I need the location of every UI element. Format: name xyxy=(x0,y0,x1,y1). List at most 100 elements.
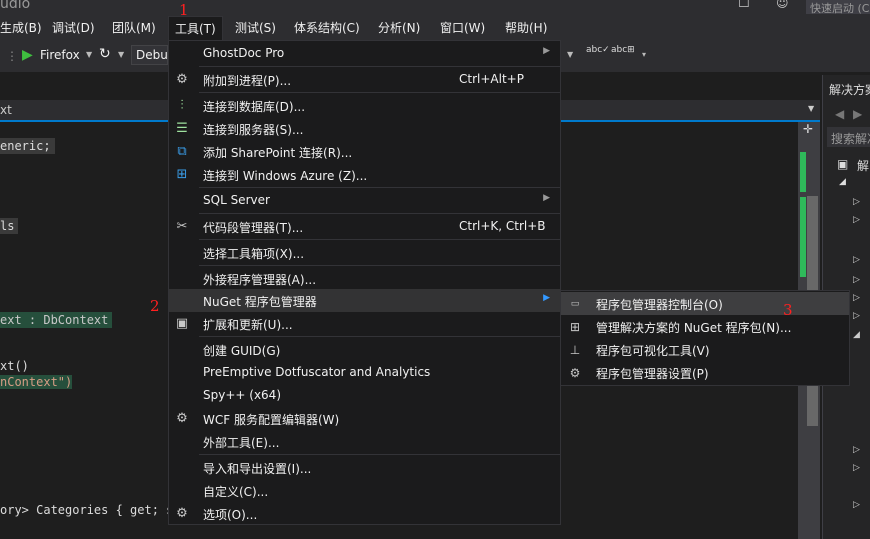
console-icon: ▭ xyxy=(570,299,580,309)
menu-separator xyxy=(199,336,560,337)
annotation-number: 3 xyxy=(783,301,793,319)
menu-separator xyxy=(199,187,560,188)
forward-icon[interactable]: ▶ xyxy=(853,107,862,121)
title-bar: udio ☐ ☺ 快速启动 (C xyxy=(0,0,870,14)
menu-test[interactable]: 测试(S) xyxy=(235,19,276,36)
menu-item-label: 选择工具箱项(X)... xyxy=(203,247,305,261)
submenu-item-package-settings[interactable]: ⚙ 程序包管理器设置(P) xyxy=(561,361,849,384)
submenu-item-manage-packages[interactable]: ⊞ 管理解决方案的 NuGet 程序包(N)... xyxy=(561,315,849,338)
menu-item-options[interactable]: ⚙ 选项(O)... xyxy=(169,502,560,525)
collapse-icon[interactable]: ▷ xyxy=(853,293,860,303)
connect-server-icon: ☰ xyxy=(176,121,188,136)
menu-item-choose-toolbox[interactable]: 选择工具箱项(X)... xyxy=(169,241,560,264)
menu-separator xyxy=(199,213,560,214)
menu-architecture[interactable]: 体系结构(C) xyxy=(294,19,360,36)
windows-azure-icon: ⊞ xyxy=(176,167,188,182)
editor-tab[interactable]: xt xyxy=(0,103,12,117)
browser-selector[interactable]: Firefox xyxy=(40,48,80,62)
menu-item-customize[interactable]: 自定义(C)... xyxy=(169,479,560,502)
collapse-icon[interactable]: ▷ xyxy=(853,197,860,207)
start-debug-icon[interactable]: ▶ xyxy=(22,47,33,63)
code-line: ory> Categories { get; s xyxy=(0,503,174,517)
menu-item-external-tools[interactable]: 外部工具(E)... xyxy=(169,430,560,453)
back-icon[interactable]: ◀ xyxy=(835,107,844,121)
collapse-icon[interactable]: ▷ xyxy=(853,311,860,321)
menu-item-label: 外部工具(E)... xyxy=(203,436,280,450)
menu-item-label: GhostDoc Pro xyxy=(203,46,285,60)
expand-icon[interactable]: ◢ xyxy=(839,177,846,187)
tools-menu: GhostDoc Pro ▶ ⚙ 附加到进程(P)... Ctrl+Alt+P … xyxy=(168,40,561,525)
spell-check-icon[interactable]: abc✓ xyxy=(586,45,610,55)
menu-item-sharepoint[interactable]: ⧉ 添加 SharePoint 连接(R)... xyxy=(169,140,560,163)
menu-debug[interactable]: 调试(D) xyxy=(52,19,95,36)
expand-icon[interactable]: ◢ xyxy=(853,330,860,340)
change-marker xyxy=(800,152,806,192)
menu-item-label: 选项(O)... xyxy=(203,508,258,522)
toolbar-overflow-icon[interactable]: ▾ xyxy=(642,50,646,59)
collapse-icon[interactable]: ▷ xyxy=(853,255,860,265)
solution-search-input[interactable]: 搜索解决 xyxy=(827,127,870,147)
collapse-icon[interactable]: ▷ xyxy=(853,463,860,473)
configuration-select[interactable]: Debu xyxy=(131,45,168,65)
solution-explorer-title: 解决方案 xyxy=(829,83,870,97)
menu-item-create-guid[interactable]: 创建 GUID(G) xyxy=(169,338,560,361)
hierarchy-icon: ⊥ xyxy=(569,343,581,357)
solution-search-placeholder: 搜索解决 xyxy=(831,132,870,146)
menu-item-dotfuscator[interactable]: PreEmptive Dotfuscator and Analytics xyxy=(169,361,560,384)
menu-item-label: 连接到服务器(S)... xyxy=(203,123,304,137)
collapse-icon[interactable]: ▷ xyxy=(853,275,860,285)
package-icon: ⊞ xyxy=(569,320,581,334)
quick-launch-input[interactable]: 快速启动 (C xyxy=(806,0,870,14)
collapse-icon[interactable]: ▷ xyxy=(853,445,860,455)
submenu-arrow-icon: ▶ xyxy=(543,293,550,303)
menu-item-nuget[interactable]: NuGet 程序包管理器 ▶ xyxy=(169,289,560,312)
feedback-icon[interactable]: ☺ xyxy=(776,0,789,10)
tab-dropdown-icon[interactable]: ▼ xyxy=(808,104,814,113)
extensions-icon: ▣ xyxy=(175,316,189,331)
collapse-icon[interactable]: ▷ xyxy=(853,215,860,225)
gear-icon: ⚙ xyxy=(569,366,581,380)
menu-item-import-export[interactable]: 导入和导出设置(I)... xyxy=(169,456,560,479)
menu-item-spy[interactable]: Spy++ (x64) xyxy=(169,384,560,407)
code-line: nContext") xyxy=(0,375,73,389)
menu-build[interactable]: 生成(B) xyxy=(0,19,42,36)
menu-item-attach-process[interactable]: ⚙ 附加到进程(P)... Ctrl+Alt+P xyxy=(169,68,560,91)
menu-item-label: 外接程序管理器(A)... xyxy=(203,273,317,287)
menu-item-label: 附加到进程(P)... xyxy=(203,74,292,88)
menu-item-label: 添加 SharePoint 连接(R)... xyxy=(203,146,353,160)
collapse-icon[interactable]: ▷ xyxy=(853,500,860,510)
menu-analyze[interactable]: 分析(N) xyxy=(378,19,420,36)
menu-item-addin-manager[interactable]: 外接程序管理器(A)... xyxy=(169,267,560,290)
menu-item-windows-azure[interactable]: ⊞ 连接到 Windows Azure (Z)... xyxy=(169,163,560,186)
menu-item-ghostdoc[interactable]: GhostDoc Pro ▶ xyxy=(169,42,560,65)
split-icon[interactable]: ✛ xyxy=(803,122,813,136)
menu-item-connect-server[interactable]: ☰ 连接到服务器(S)... xyxy=(169,117,560,140)
menu-item-label: 连接到 Windows Azure (Z)... xyxy=(203,169,368,183)
menu-item-sql-server[interactable]: SQL Server ▶ xyxy=(169,189,560,212)
submenu-item-visualizer[interactable]: ⊥ 程序包可视化工具(V) xyxy=(561,338,849,361)
toolbar-dropdown-icon[interactable]: ▼ xyxy=(567,50,573,59)
menu-item-wcf-config[interactable]: ⚙ WCF 服务配置编辑器(W) xyxy=(169,407,560,430)
menu-item-label: PreEmptive Dotfuscator and Analytics xyxy=(203,365,431,379)
menu-separator xyxy=(199,92,560,93)
menu-window[interactable]: 窗口(W) xyxy=(440,19,485,36)
menu-item-extensions[interactable]: ▣ 扩展和更新(U)... xyxy=(169,312,560,335)
refresh-dropdown-icon[interactable]: ▼ xyxy=(118,50,124,59)
menu-item-code-snippets[interactable]: ✂ 代码段管理器(T)... Ctrl+K, Ctrl+B xyxy=(169,215,560,238)
browser-dropdown-icon[interactable]: ▼ xyxy=(86,50,92,59)
menu-tools[interactable]: 工具(T) xyxy=(168,16,223,40)
menu-separator xyxy=(199,454,560,455)
menu-item-label: 导入和导出设置(I)... xyxy=(203,462,312,476)
refresh-icon[interactable]: ↻ xyxy=(99,46,111,62)
menu-separator xyxy=(199,239,560,240)
menu-help[interactable]: 帮助(H) xyxy=(505,19,547,36)
solution-root[interactable]: 解 xyxy=(857,157,869,174)
submenu-item-label: 管理解决方案的 NuGet 程序包(N)... xyxy=(596,321,792,335)
spell-check-options-icon[interactable]: abc⊞ xyxy=(611,45,635,55)
menu-team[interactable]: 团队(M) xyxy=(112,19,156,36)
menu-item-connect-database[interactable]: ⫶ 连接到数据库(D)... xyxy=(169,94,560,117)
toolbar-grip-icon: ⋮ xyxy=(6,49,18,63)
code-line: xt() xyxy=(0,359,29,373)
submenu-item-package-console[interactable]: ▭ 程序包管理器控制台(O) xyxy=(561,292,849,315)
notification-icon[interactable]: ☐ xyxy=(738,0,750,11)
